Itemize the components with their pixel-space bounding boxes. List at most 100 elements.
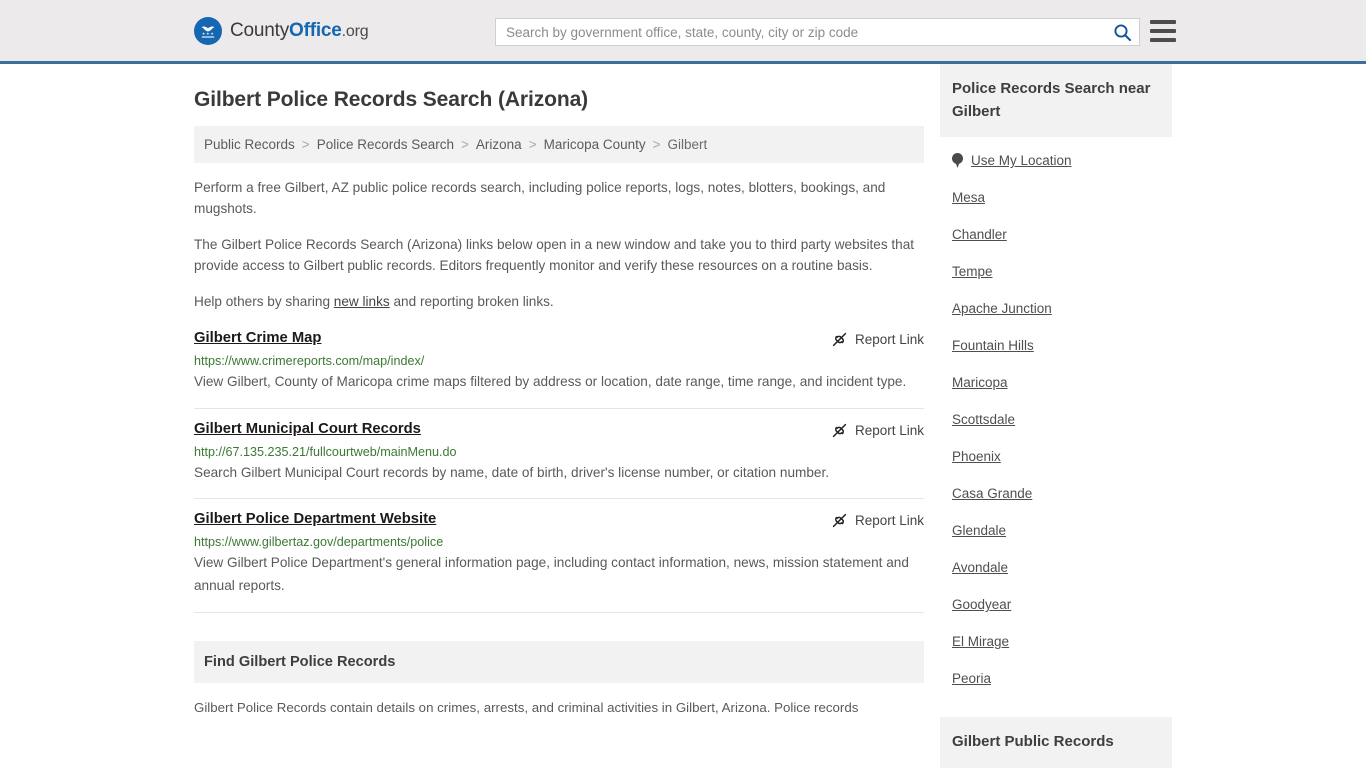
report-link-button[interactable]: Report Link: [831, 330, 924, 348]
find-records-paragraph: Gilbert Police Records contain details o…: [194, 699, 859, 715]
page-title: Gilbert Police Records Search (Arizona): [194, 88, 589, 111]
breadcrumb: Public Records > Police Records Search >…: [194, 126, 924, 163]
sidebar-item-tempe[interactable]: Tempe: [952, 253, 1160, 290]
broken-link-icon: [832, 514, 847, 528]
sidebar-city-link[interactable]: Peoria: [952, 671, 991, 686]
result-title-link[interactable]: Gilbert Police Department Website: [194, 511, 436, 527]
sidebar: Police Records Search near Gilbert Use M…: [940, 64, 1172, 768]
result-title-link[interactable]: Gilbert Municipal Court Records: [194, 421, 421, 437]
hamburger-bar: [1150, 29, 1176, 33]
sidebar-item-goodyear[interactable]: Goodyear: [952, 586, 1160, 623]
sidebar-city-link[interactable]: Glendale: [952, 523, 1006, 538]
sidebar-city-link[interactable]: El Mirage: [952, 634, 1009, 649]
hamburger-bar: [1150, 38, 1176, 42]
breadcrumb-separator: >: [301, 137, 310, 152]
sidebar-item-use-my-location[interactable]: Use My Location: [952, 137, 1160, 179]
sidebar-city-link[interactable]: Casa Grande: [952, 486, 1032, 501]
sidebar-city-link[interactable]: Chandler: [952, 227, 1007, 242]
site-logo[interactable]: CountyOffice.org: [194, 16, 369, 45]
sidebar-city-link[interactable]: Phoenix: [952, 449, 1001, 464]
sidebar-item-glendale[interactable]: Glendale: [952, 512, 1160, 549]
hamburger-menu-icon[interactable]: [1150, 20, 1176, 42]
result-url: http://67.135.235.21/fullcourtweb/mainMe…: [194, 444, 457, 459]
sidebar-heading: Police Records Search near Gilbert: [952, 80, 1151, 120]
new-links-link[interactable]: new links: [334, 294, 390, 309]
sidebar-city-link[interactable]: Apache Junction: [952, 301, 1052, 316]
broken-link-icon: [832, 333, 847, 347]
result-description: View Gilbert Police Department's general…: [194, 555, 909, 594]
report-link-label: Report Link: [854, 332, 924, 348]
share-text-after: and reporting broken links.: [389, 293, 554, 309]
brand-word-county: County: [230, 19, 290, 41]
sidebar-city-link[interactable]: Mesa: [952, 190, 985, 205]
sidebar-city-link[interactable]: Avondale: [952, 560, 1008, 575]
breadcrumb-separator: >: [652, 137, 661, 152]
main-content: Gilbert Police Records Search (Arizona) …: [194, 64, 924, 768]
sidebar-item-chandler[interactable]: Chandler: [952, 216, 1160, 253]
result-url: https://www.crimereports.com/map/index/: [194, 354, 425, 369]
search-button[interactable]: [1105, 19, 1139, 45]
sidebar-item-mesa[interactable]: Mesa: [952, 179, 1160, 216]
sidebar-item-fountain-hills[interactable]: Fountain Hills: [952, 327, 1160, 364]
intro-paragraph-1: Perform a free Gilbert, AZ public police…: [194, 180, 886, 217]
site-logo-text: CountyOffice.org: [230, 19, 369, 42]
search-bar[interactable]: [495, 18, 1140, 46]
report-link-button[interactable]: Report Link: [831, 511, 924, 529]
breadcrumb-separator: >: [461, 137, 469, 152]
sidebar-city-link[interactable]: Scottsdale: [952, 412, 1015, 427]
breadcrumb-item-gilbert: Gilbert: [667, 137, 708, 152]
results-list: Gilbert Crime Map Report Link https://ww…: [194, 326, 924, 613]
intro-paragraph-2: The Gilbert Police Records Search (Arizo…: [194, 236, 915, 274]
hamburger-bar: [1150, 20, 1176, 24]
result-title-link[interactable]: Gilbert Crime Map: [194, 330, 321, 346]
report-link-label: Report Link: [854, 422, 924, 438]
sidebar-item-apache-junction[interactable]: Apache Junction: [952, 290, 1160, 327]
result-item: Gilbert Municipal Court Records Report L…: [194, 409, 924, 500]
eagle-seal-icon: [194, 16, 222, 45]
result-header: Gilbert Police Department Website Report…: [194, 511, 924, 529]
sidebar-city-link[interactable]: Tempe: [952, 264, 993, 279]
breadcrumb-item-arizona[interactable]: Arizona: [476, 137, 522, 152]
sidebar-city-link[interactable]: Maricopa: [952, 375, 1008, 390]
breadcrumb-item-police-records-search[interactable]: Police Records Search: [317, 137, 454, 152]
breadcrumb-item-maricopa-county[interactable]: Maricopa County: [544, 137, 646, 152]
result-header: Gilbert Crime Map Report Link: [194, 330, 924, 348]
find-records-body: Gilbert Police Records contain details o…: [194, 697, 924, 718]
sidebar-city-link[interactable]: Fountain Hills: [952, 338, 1034, 353]
sidebar-item-scottsdale[interactable]: Scottsdale: [952, 401, 1160, 438]
use-my-location-label[interactable]: Use My Location: [971, 153, 1072, 168]
sidebar-item-phoenix[interactable]: Phoenix: [952, 438, 1160, 475]
broken-link-icon: [832, 423, 847, 438]
brand-word-office: Office: [289, 19, 342, 41]
breadcrumb-item-public-records[interactable]: Public Records: [204, 137, 295, 152]
intro-paragraph-3: Help others by sharing new links and rep…: [194, 291, 924, 312]
sidebar-item-el-mirage[interactable]: El Mirage: [952, 623, 1160, 660]
map-pin-icon: [952, 153, 963, 168]
result-description: View Gilbert, County of Maricopa crime m…: [194, 374, 907, 390]
breadcrumb-separator: >: [528, 137, 537, 152]
site-header: CountyOffice.org: [0, 0, 1366, 64]
report-link-button[interactable]: Report Link: [831, 421, 924, 439]
result-header: Gilbert Municipal Court Records Report L…: [194, 421, 924, 439]
result-item: Gilbert Police Department Website Report…: [194, 499, 924, 613]
sidebar-heading-bar: Police Records Search near Gilbert: [940, 64, 1172, 137]
sidebar-links: Use My Location Mesa Chandler Tempe Apac…: [940, 137, 1172, 697]
search-input[interactable]: [496, 19, 1105, 45]
sidebar-item-avondale[interactable]: Avondale: [952, 549, 1160, 586]
sidebar-city-link[interactable]: Goodyear: [952, 597, 1011, 612]
sidebar-second-heading: Gilbert Public Records: [952, 733, 1114, 750]
result-item: Gilbert Crime Map Report Link https://ww…: [194, 326, 924, 409]
brand-word-tld: .org: [341, 22, 369, 40]
result-description: Search Gilbert Municipal Court records b…: [194, 464, 829, 480]
report-link-label: Report Link: [854, 513, 924, 529]
sidebar-item-maricopa[interactable]: Maricopa: [952, 364, 1160, 401]
find-records-heading-bar: Find Gilbert Police Records: [194, 640, 924, 683]
search-icon: [1113, 23, 1131, 41]
intro-text: Perform a free Gilbert, AZ public police…: [194, 177, 924, 312]
sidebar-item-casa-grande[interactable]: Casa Grande: [952, 475, 1160, 512]
share-text-before: Help others by sharing: [194, 293, 334, 309]
sidebar-second-heading-bar: Gilbert Public Records: [940, 717, 1172, 768]
find-records-heading: Find Gilbert Police Records: [204, 653, 396, 670]
sidebar-item-peoria[interactable]: Peoria: [952, 660, 1160, 697]
result-url: https://www.gilbertaz.gov/departments/po…: [194, 535, 444, 550]
